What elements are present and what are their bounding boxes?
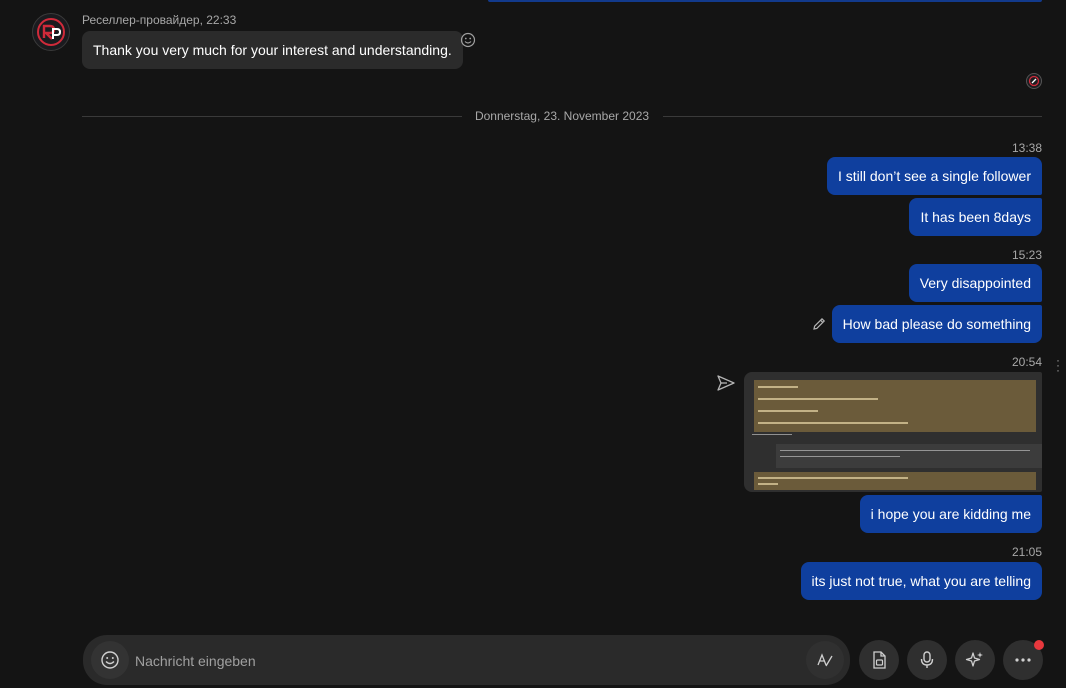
voice-message-button[interactable]: [907, 640, 947, 680]
message-input[interactable]: [133, 635, 797, 687]
screenshot-highlight-block: [754, 380, 1036, 432]
read-receipt-avatar: [1026, 73, 1042, 89]
received-message[interactable]: Thank you very much for your interest an…: [82, 31, 463, 69]
message-time: 21:05: [1011, 545, 1042, 559]
previous-sent-message[interactable]: [488, 0, 1042, 2]
date-divider-line-left: [82, 116, 462, 117]
ai-assist-button[interactable]: [955, 640, 995, 680]
chat-view: Реселлер-провайдер, 22:33 Thank you very…: [0, 0, 1066, 688]
sent-message[interactable]: its just not true, what you are telling: [800, 562, 1042, 600]
microphone-icon: [920, 651, 934, 668]
screenshot-highlight-block: [754, 472, 1036, 490]
read-receipt-icon: [1028, 75, 1040, 87]
more-vertical-icon[interactable]: · · ·: [1054, 354, 1062, 376]
message-composer: [83, 635, 850, 687]
sender-avatar[interactable]: [32, 13, 70, 51]
emoji-button[interactable]: [91, 641, 129, 679]
screenshot-text-line: [758, 386, 798, 388]
date-divider: Donnerstag, 23. November 2023: [474, 109, 650, 123]
pencil-icon[interactable]: [811, 316, 827, 332]
sent-message[interactable]: How bad please do something: [831, 305, 1042, 343]
screenshot-text-line: [758, 477, 908, 479]
screenshot-reply-block: [776, 444, 1042, 468]
screenshot-text-line: [758, 483, 778, 485]
more-horizontal-icon: [1015, 658, 1031, 662]
sent-message[interactable]: Very disappointed: [908, 264, 1042, 302]
screenshot-text-line: [758, 422, 908, 424]
attach-file-icon: [873, 651, 886, 669]
attach-file-button[interactable]: [859, 640, 899, 680]
message-time: 20:54: [1011, 355, 1042, 369]
add-reaction-icon[interactable]: [460, 32, 476, 48]
screenshot-text-line: [752, 434, 792, 435]
sparkle-icon: [965, 652, 983, 667]
message-time: 15:23: [1011, 248, 1042, 262]
screenshot-text-line: [758, 398, 878, 400]
screenshot-text-line: [780, 450, 1030, 451]
sent-message[interactable]: i hope you are kidding me: [859, 495, 1042, 533]
sent-message[interactable]: I still don’t see a single follower: [827, 157, 1042, 195]
screenshot-text-line: [780, 456, 900, 457]
sender-name-time: Реселлер-провайдер, 22:33: [82, 13, 237, 27]
text-format-button[interactable]: [806, 641, 844, 679]
send-forward-icon[interactable]: [716, 374, 736, 392]
message-time: 13:38: [1011, 141, 1042, 155]
smiley-icon: [101, 651, 119, 669]
sent-message[interactable]: It has been 8days: [909, 198, 1042, 236]
sent-image-attachment[interactable]: [744, 372, 1042, 492]
date-divider-line-right: [663, 116, 1042, 117]
notification-dot: [1034, 640, 1044, 650]
text-format-icon: [817, 653, 833, 667]
reseller-logo-icon: [37, 18, 65, 46]
screenshot-text-line: [758, 410, 818, 412]
